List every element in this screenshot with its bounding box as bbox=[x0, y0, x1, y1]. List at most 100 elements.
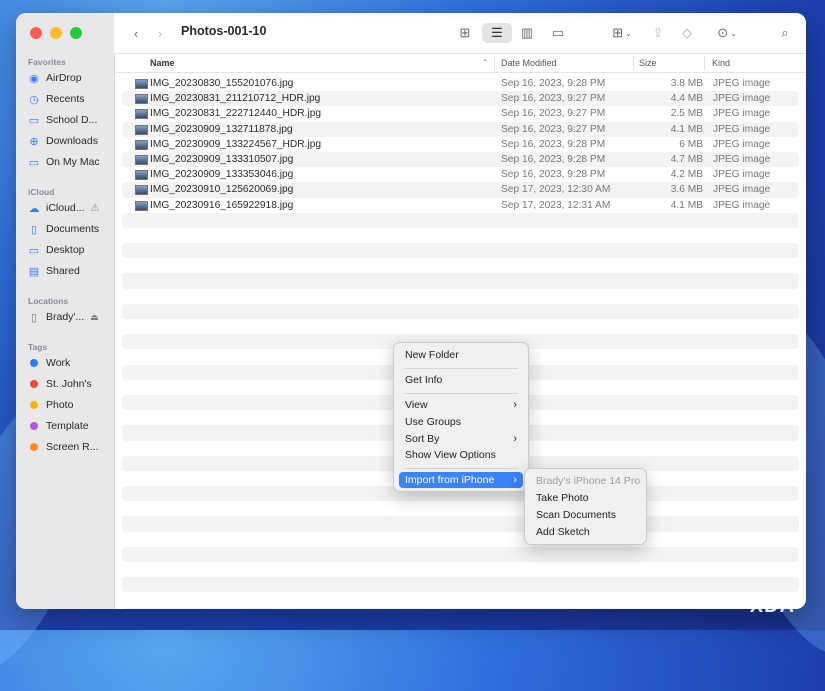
file-row[interactable]: IMG_20230916_165922918.jpg Sep 17, 2023,… bbox=[122, 198, 799, 213]
zoom-button[interactable] bbox=[70, 27, 82, 39]
ellipsis-circle-icon: ⊙ bbox=[717, 25, 729, 40]
menu-item-scan-documents[interactable]: Scan Documents bbox=[530, 507, 641, 523]
sidebar-tag-screen-recordings[interactable]: Screen R... bbox=[28, 438, 99, 456]
action-menu-button[interactable]: ⊙ ⌄ bbox=[710, 23, 744, 43]
file-row[interactable]: IMG_20230831_211210712_HDR.jpg Sep 16, 2… bbox=[122, 91, 799, 107]
sidebar-item-documents[interactable]: ▯ Documents bbox=[28, 220, 99, 238]
empty-row bbox=[122, 546, 799, 562]
shared-folder-icon: ▤ bbox=[28, 265, 40, 278]
forward-button[interactable]: › bbox=[152, 23, 168, 43]
column-divider[interactable] bbox=[494, 56, 495, 70]
menu-item-show-view-options[interactable]: Show View Options bbox=[399, 447, 523, 463]
empty-row bbox=[122, 273, 799, 289]
minimize-button[interactable] bbox=[50, 27, 62, 39]
column-header-size[interactable]: Size bbox=[639, 58, 657, 68]
import-submenu: Brady's iPhone 14 Pro Take Photo Scan Do… bbox=[524, 468, 647, 545]
list-view-button[interactable]: ☰ bbox=[482, 23, 512, 43]
group-grid-icon: ⊞ bbox=[612, 25, 624, 40]
sidebar-item-label: On My Mac bbox=[46, 156, 100, 168]
file-row[interactable]: IMG_20230909_133310507.jpg Sep 16, 2023,… bbox=[122, 151, 799, 168]
file-size: 4.4 MB bbox=[670, 93, 703, 105]
empty-row bbox=[122, 319, 799, 334]
file-row[interactable]: IMG_20230830_155201076.jpg Sep 16, 2023,… bbox=[122, 76, 799, 91]
file-row[interactable]: IMG_20230909_132711878.jpg Sep 16, 2023,… bbox=[122, 121, 799, 137]
sidebar-item-label: Photo bbox=[46, 399, 74, 411]
image-thumbnail-icon bbox=[135, 170, 148, 181]
file-row[interactable]: IMG_20230909_133224567_HDR.jpg Sep 16, 2… bbox=[122, 137, 799, 152]
file-kind: JPEG image bbox=[713, 138, 771, 150]
sidebar-section-tags: Tags bbox=[28, 342, 48, 352]
context-menu: New Folder Get Info View › Use Groups So… bbox=[393, 342, 529, 492]
group-by-button[interactable]: ⊞ ⌄ bbox=[606, 23, 638, 43]
column-header-bar: Name ⌃ Date Modified Size Kind bbox=[114, 54, 806, 73]
column-header-kind[interactable]: Kind bbox=[712, 58, 730, 68]
sidebar-item-school[interactable]: ▭ School D... bbox=[28, 111, 98, 129]
sidebar-item-shared[interactable]: ▤ Shared bbox=[28, 262, 80, 280]
iphone-icon: ▯ bbox=[30, 311, 38, 324]
column-header-date-modified[interactable]: Date Modified bbox=[501, 58, 557, 68]
airdrop-icon: ◉ bbox=[29, 72, 39, 85]
menu-item-label: Sort By bbox=[405, 433, 440, 445]
sidebar-tag-work[interactable]: Work bbox=[28, 354, 70, 372]
share-button[interactable]: ⇪ bbox=[648, 23, 668, 43]
file-kind: JPEG image bbox=[713, 199, 771, 211]
window-title: Photos-001-10 bbox=[181, 24, 267, 38]
sidebar-item-icloud-drive[interactable]: ☁ iCloud... ⚠ bbox=[28, 199, 100, 217]
empty-row bbox=[122, 303, 799, 319]
menu-item-view[interactable]: View › bbox=[399, 397, 523, 413]
menu-item-use-groups[interactable]: Use Groups bbox=[399, 414, 523, 430]
window-controls bbox=[30, 27, 82, 39]
image-thumbnail-icon bbox=[135, 124, 148, 135]
column-header-name[interactable]: Name bbox=[150, 58, 175, 68]
sidebar-item-desktop[interactable]: ▭ Desktop bbox=[28, 241, 85, 259]
column-view-button[interactable]: ▥ bbox=[516, 23, 538, 43]
empty-row bbox=[122, 243, 799, 259]
menu-item-add-sketch[interactable]: Add Sketch bbox=[530, 524, 641, 540]
tag-icon: ◇ bbox=[682, 25, 692, 40]
file-row[interactable]: IMG_20230909_133353046.jpg Sep 16, 2023,… bbox=[122, 167, 799, 182]
list-icon: ☰ bbox=[491, 25, 503, 40]
menu-item-import-from-iphone[interactable]: Import from iPhone › bbox=[399, 472, 523, 488]
menu-separator bbox=[404, 393, 518, 394]
file-date: Sep 16, 2023, 9:27 PM bbox=[501, 93, 606, 105]
sidebar-item-iphone[interactable]: ▯ Brady'... ⏏ bbox=[28, 308, 99, 326]
icon-view-button[interactable]: ⊞ bbox=[454, 23, 476, 43]
sidebar-tag-photo[interactable]: Photo bbox=[28, 396, 73, 414]
sidebar-section-favorites: Favorites bbox=[28, 57, 66, 67]
clock-icon: ◷ bbox=[29, 93, 39, 106]
column-divider[interactable] bbox=[633, 56, 634, 70]
back-button[interactable]: ‹ bbox=[128, 23, 144, 43]
sidebar-item-on-my-mac[interactable]: ▭ On My Mac bbox=[28, 153, 100, 171]
file-row[interactable]: IMG_20230910_125620069.jpg Sep 17, 2023,… bbox=[122, 182, 799, 198]
column-divider[interactable] bbox=[704, 56, 705, 70]
menu-item-label: Import from iPhone bbox=[405, 474, 495, 486]
menu-item-sort-by[interactable]: Sort By › bbox=[399, 431, 523, 447]
sidebar-item-label: Documents bbox=[46, 223, 100, 235]
eject-icon[interactable]: ⏏ bbox=[90, 312, 99, 323]
image-thumbnail-icon bbox=[135, 154, 148, 165]
desktop-icon: ▭ bbox=[28, 244, 40, 257]
menu-item-get-info[interactable]: Get Info bbox=[399, 372, 523, 388]
sidebar-item-airdrop[interactable]: ◉ AirDrop bbox=[28, 69, 81, 87]
file-size: 4.1 MB bbox=[670, 199, 703, 211]
tag-color-dot bbox=[30, 443, 38, 451]
sidebar-item-downloads[interactable]: ⊕ Downloads bbox=[28, 132, 98, 150]
tags-button[interactable]: ◇ bbox=[677, 23, 697, 43]
sidebar-item-recents[interactable]: ◷ Recents bbox=[28, 90, 84, 108]
file-kind: JPEG image bbox=[713, 153, 771, 165]
close-button[interactable] bbox=[30, 27, 42, 39]
gallery-view-button[interactable]: ▭ bbox=[546, 23, 570, 43]
file-date: Sep 16, 2023, 9:28 PM bbox=[501, 169, 606, 181]
file-kind: JPEG image bbox=[713, 184, 771, 196]
file-row[interactable]: IMG_20230831_222712440_HDR.jpg Sep 16, 2… bbox=[122, 106, 799, 121]
search-button[interactable]: ⌕ bbox=[775, 23, 795, 43]
menu-item-new-folder[interactable]: New Folder bbox=[399, 347, 523, 363]
menu-item-take-photo[interactable]: Take Photo bbox=[530, 490, 641, 506]
toolbar: ‹ › Photos-001-10 ⊞ ☰ ▥ ▭ ⊞ ⌄ ⇪ ◇ ⊙ ⌄ ⌕ bbox=[114, 13, 806, 54]
image-thumbnail-icon bbox=[135, 200, 148, 211]
image-thumbnail-icon bbox=[135, 94, 148, 105]
file-size: 3.6 MB bbox=[670, 184, 703, 196]
sidebar-tag-st-johns[interactable]: St. John's bbox=[28, 375, 92, 393]
sidebar-tag-template[interactable]: Template bbox=[28, 417, 89, 435]
file-date: Sep 16, 2023, 9:28 PM bbox=[501, 153, 606, 165]
